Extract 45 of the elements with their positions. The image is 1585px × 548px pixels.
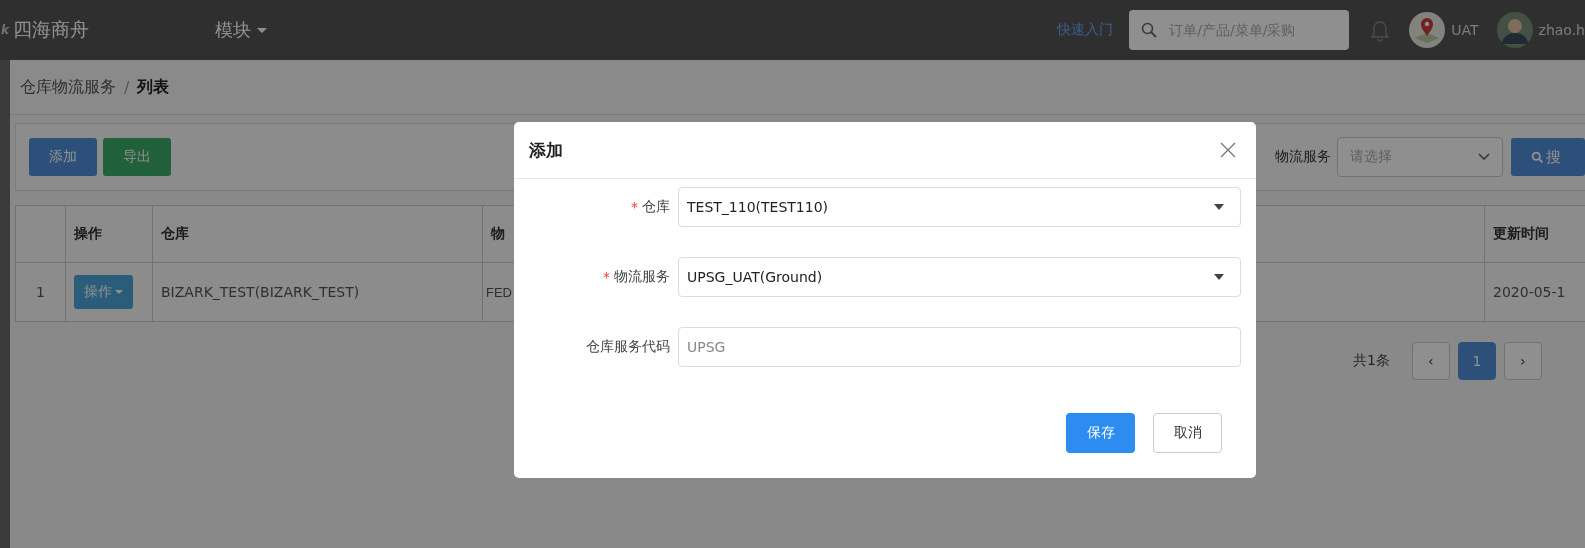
breadcrumb-link[interactable]: 仓库物流服务 — [20, 76, 116, 98]
user-avatar[interactable] — [1496, 12, 1533, 48]
action-dropdown-button[interactable]: 操作 — [74, 275, 133, 309]
dialog-button[interactable]: 保存 — [1066, 413, 1135, 453]
brand-name: 四海商舟 — [13, 17, 89, 42]
caret-icon — [1214, 204, 1224, 210]
breadcrumb-current: 列表 — [137, 76, 170, 98]
field-label: 仓库 — [642, 198, 670, 216]
previous-page-button[interactable]: ‹ — [1411, 342, 1450, 380]
table-cell: 2020-05-1 — [1493, 284, 1566, 300]
table-cell: FED — [486, 284, 512, 300]
breadcrumb-separator: / — [124, 77, 130, 97]
required-mark: * — [631, 199, 638, 215]
column-header: 物 — [491, 225, 505, 241]
field-label: 物流服务 — [614, 268, 670, 286]
table-cell: BIZARK_TEST(BIZARK_TEST) — [161, 284, 360, 300]
toolbar-button[interactable]: 导出 — [103, 138, 171, 176]
search-icon — [1531, 150, 1544, 164]
search-icon — [1141, 22, 1158, 38]
filter-label: 物流服务 — [1275, 148, 1331, 166]
dialog-button[interactable]: 取消 — [1153, 413, 1222, 453]
module-menu[interactable]: 模块 — [215, 18, 267, 42]
column-header: 操作 — [74, 225, 102, 241]
select-field[interactable]: TEST_110(TEST110) — [678, 187, 1241, 227]
column-header: 更新时间 — [1493, 225, 1549, 241]
search-button[interactable]: 搜 — [1511, 138, 1585, 176]
caret-icon — [1214, 274, 1224, 280]
select-field[interactable]: UPSG_UAT(Ground) — [678, 257, 1241, 297]
chevron-down-icon — [1478, 153, 1490, 161]
toolbar-button[interactable]: 添加 — [29, 138, 97, 176]
total-count: 共1条 — [1353, 352, 1390, 370]
environment-label: UAT — [1451, 22, 1479, 38]
quick-link[interactable]: 快速入门 — [1057, 21, 1114, 39]
column-header: 仓库 — [161, 225, 189, 241]
page-button[interactable]: 1 — [1457, 342, 1496, 380]
row-number: 1 — [36, 284, 45, 300]
input-field[interactable]: UPSG — [678, 327, 1241, 367]
required-mark: * — [603, 269, 610, 285]
user-name[interactable]: zhao.h — [1538, 22, 1585, 38]
map-pin-avatar[interactable] — [1409, 12, 1446, 48]
close-icon[interactable] — [1220, 142, 1236, 158]
field-label: 仓库服务代码 — [586, 338, 670, 356]
next-page-button[interactable]: › — [1503, 342, 1542, 380]
logo-text: k — [1, 23, 9, 37]
dialog-title: 添加 — [529, 138, 563, 162]
